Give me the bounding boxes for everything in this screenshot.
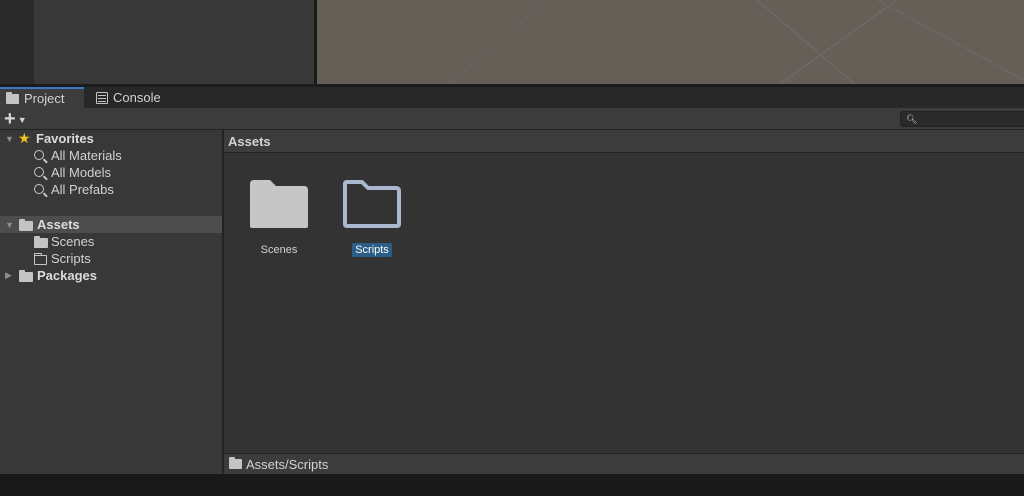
asset-label: Scenes	[260, 244, 298, 256]
tab-project[interactable]: Project	[0, 87, 84, 108]
tree-item-all-models[interactable]: All Models	[0, 164, 222, 181]
folder-icon	[34, 236, 48, 248]
tree-item-label: All Prefabs	[51, 182, 114, 197]
project-toolbar: + ▼ 🔍︎	[0, 108, 1024, 130]
search-icon: 🔍︎	[906, 114, 918, 124]
tab-console[interactable]: Console	[94, 87, 161, 108]
tab-bar: Project Console	[0, 87, 1024, 108]
collapse-arrow-icon[interactable]: ▶	[5, 270, 12, 281]
asset-item-scripts[interactable]: Scripts	[332, 178, 412, 268]
tree-item-packages[interactable]: ▶ Packages	[0, 267, 222, 284]
search-icon	[34, 184, 44, 194]
hierarchy-panel	[34, 0, 314, 86]
star-icon: ★	[18, 130, 31, 146]
asset-item-scenes[interactable]: Scenes	[239, 178, 319, 268]
tree-item-all-materials[interactable]: All Materials	[0, 147, 222, 164]
search-icon	[34, 167, 44, 177]
tab-project-label: Project	[24, 91, 65, 106]
toolbar-strip	[0, 0, 34, 86]
search-icon	[34, 150, 44, 160]
tree-item-all-prefabs[interactable]: All Prefabs	[0, 181, 222, 198]
asset-label-selected: Scripts	[332, 243, 412, 257]
breadcrumb: Assets	[224, 130, 1024, 153]
folder-outline-icon	[343, 180, 401, 228]
tab-console-label: Console	[113, 90, 161, 105]
tree-item-scenes[interactable]: Scenes	[0, 233, 222, 250]
tree-item-favorites[interactable]: ▼ ★ Favorites	[0, 130, 222, 147]
breadcrumb-item[interactable]: Assets	[228, 134, 271, 149]
tree-item-label: Scripts	[51, 251, 91, 266]
expand-arrow-icon[interactable]: ▼	[5, 134, 14, 144]
path-bar: Assets/Scripts	[224, 453, 1024, 474]
folder-icon	[229, 457, 242, 469]
folder-filled-icon	[250, 180, 308, 228]
folder-icon	[19, 270, 33, 282]
folder-open-icon	[19, 219, 33, 231]
create-button[interactable]: + ▼	[4, 108, 36, 130]
asset-grid: Scenes Scripts	[224, 130, 1024, 474]
tree-item-label: Scenes	[51, 234, 95, 249]
folder-icon	[6, 91, 19, 104]
folder-outline-icon	[34, 253, 47, 265]
tree-item-label: Favorites	[36, 131, 94, 146]
search-input[interactable]: 🔍︎	[900, 111, 1024, 127]
console-icon	[96, 91, 108, 104]
expand-arrow-icon[interactable]: ▼	[5, 220, 14, 230]
tree-item-label: All Materials	[51, 148, 122, 163]
tree-item-assets[interactable]: ▼ Assets	[0, 216, 222, 233]
tree-item-label: All Models	[51, 165, 111, 180]
selected-path: Assets/Scripts	[246, 456, 329, 472]
tree-item-label: Packages	[37, 268, 97, 283]
plus-icon: +	[4, 108, 16, 130]
scene-view[interactable]	[317, 0, 1024, 86]
folder-tree: ▼ ★ Favorites All Materials All Models A…	[0, 130, 222, 474]
tree-item-scripts[interactable]: Scripts	[0, 250, 222, 267]
scene-grid	[446, 0, 1024, 86]
tree-item-label: Assets	[37, 217, 80, 232]
chevron-down-icon: ▼	[17, 115, 27, 125]
status-bar	[0, 474, 1024, 496]
